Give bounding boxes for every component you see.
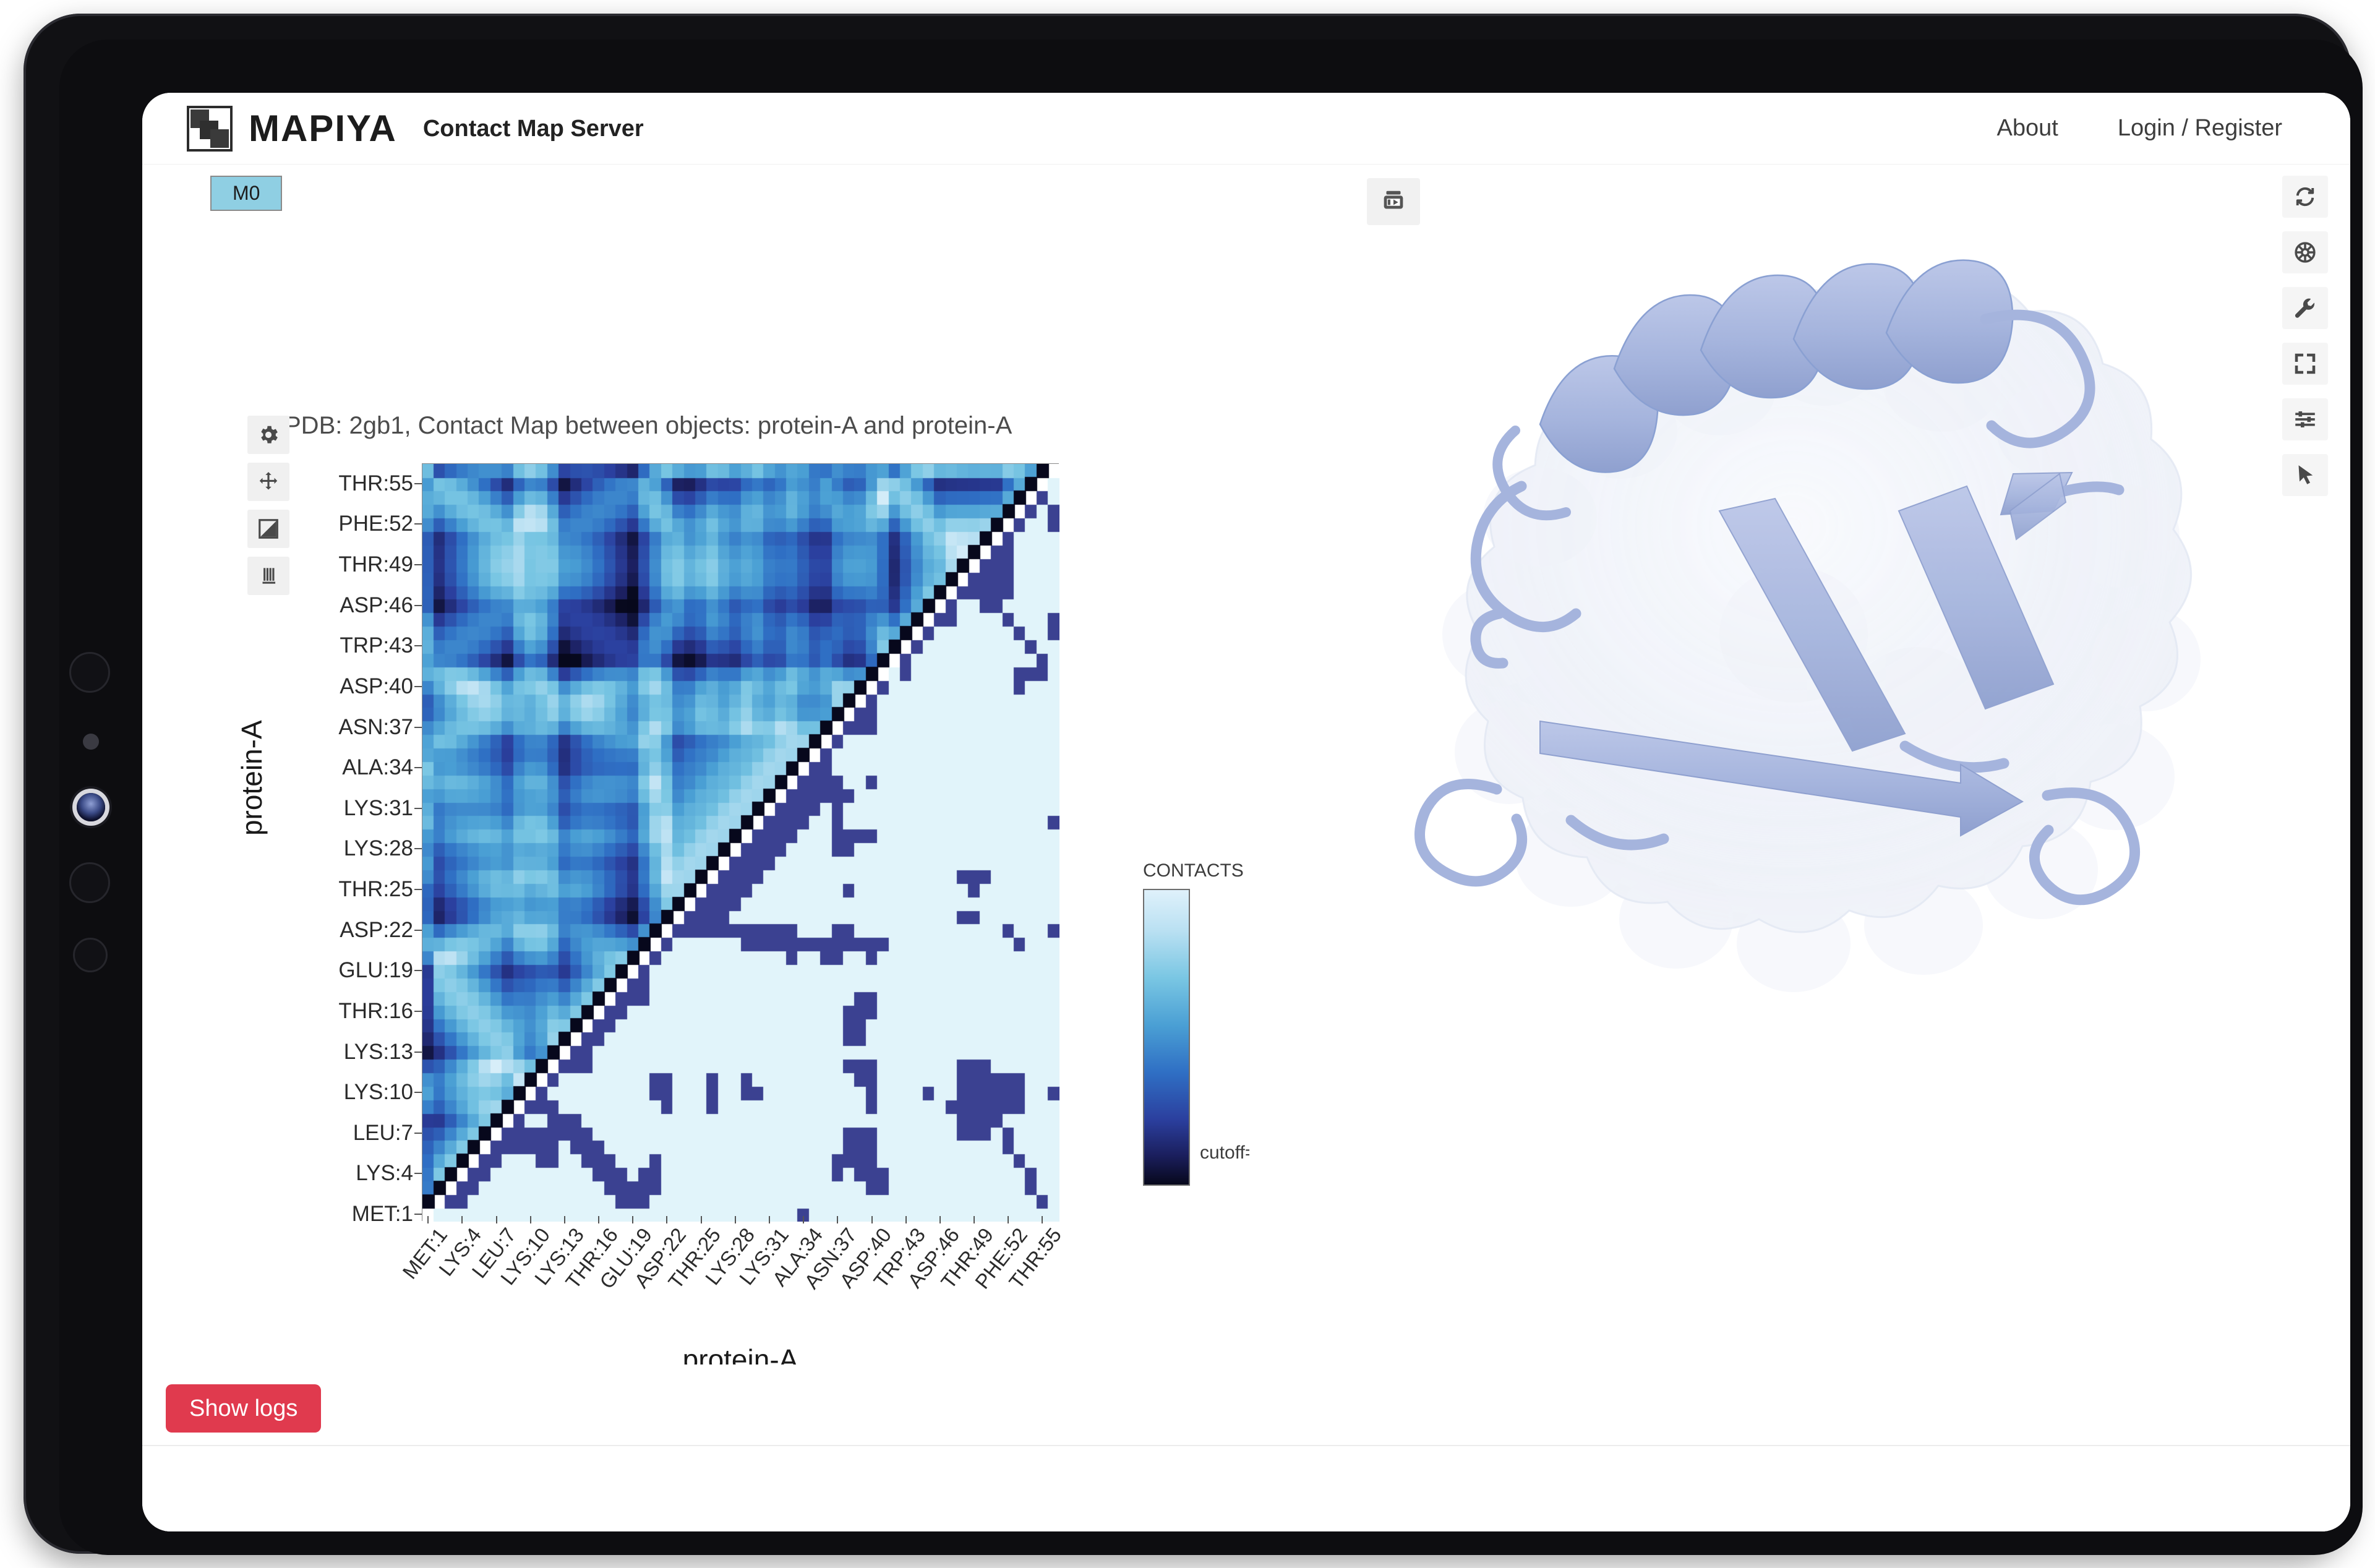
- x-axis-tick-mark: [529, 1216, 531, 1223]
- x-axis-tick-labels: MET:1 LYS:4 LEU:7 LYS:10 LYS:13 THR:16 GLU:19 A…: [398, 1216, 1066, 1341]
- bottom-bar: Show logs: [142, 1365, 2350, 1532]
- y-axis-tick: LYS:13: [343, 1039, 413, 1064]
- viewer-toolbar: [2282, 176, 2328, 496]
- x-axis-tick-mark: [700, 1216, 702, 1223]
- brand-name: MAPIYA: [249, 107, 397, 149]
- device-button-mid[interactable]: [69, 862, 110, 903]
- y-axis-tick: PHE:52: [338, 512, 413, 536]
- x-axis-tick-mark: [427, 1216, 429, 1223]
- sliders-icon[interactable]: [2282, 398, 2328, 440]
- x-axis-tick-mark: [803, 1216, 805, 1223]
- x-axis-tick-mark: [632, 1216, 634, 1223]
- device-button-top[interactable]: [69, 652, 110, 693]
- fullscreen-icon[interactable]: [2282, 343, 2328, 385]
- y-axis-tick: THR:25: [338, 877, 413, 902]
- cursor-icon[interactable]: [2282, 454, 2328, 496]
- app-screen: MAPIYA Contact Map Server About Login / …: [142, 93, 2350, 1532]
- protein-ribbon-render: [1414, 259, 2201, 992]
- nav-link-about[interactable]: About: [1997, 115, 2058, 142]
- y-axis-tick: LYS:4: [356, 1161, 413, 1186]
- x-axis-tick-mark: [461, 1216, 463, 1223]
- move-pan-icon[interactable]: [247, 463, 289, 501]
- nav-link-login-register[interactable]: Login / Register: [2118, 115, 2282, 142]
- y-axis-tick: THR:49: [338, 552, 413, 577]
- x-axis-tick-mark: [871, 1216, 873, 1223]
- top-navbar: MAPIYA Contact Map Server About Login / …: [142, 93, 2350, 165]
- plot-area: MET:1 LYS:4 LEU:7 LYS:10 LYS:13 THR:16 GLU:19 A…: [142, 165, 1266, 1376]
- y-axis-tick: GLU:19: [338, 958, 413, 983]
- brand-block[interactable]: MAPIYA: [187, 105, 397, 152]
- x-axis-tick-mark: [734, 1216, 736, 1223]
- x-axis-tick-mark: [768, 1216, 770, 1223]
- x-axis-tick-mark: [1008, 1216, 1009, 1223]
- y-axis-tick: LEU:7: [353, 1120, 413, 1145]
- x-axis-tick-mark: [598, 1216, 600, 1223]
- app-subtitle: Contact Map Server: [422, 115, 644, 142]
- show-logs-button[interactable]: Show logs: [166, 1384, 322, 1433]
- protein-structure-3d[interactable]: [1249, 165, 2350, 1365]
- device-button-bottom[interactable]: [73, 938, 108, 972]
- y-axis-tick: TRP:43: [340, 633, 413, 658]
- y-axis-tick: ASN:37: [338, 714, 413, 739]
- tablet-device: MAPIYA Contact Map Server About Login / …: [0, 0, 2375, 1568]
- device-camera-lens: [77, 793, 105, 821]
- wrench-icon[interactable]: [2282, 287, 2328, 329]
- contact-matrix-canvas[interactable]: [422, 464, 1059, 1222]
- reload-icon[interactable]: [2282, 176, 2328, 218]
- y-axis-tick: THR:55: [338, 471, 413, 495]
- aperture-icon[interactable]: [2282, 231, 2328, 273]
- y-axis-tick: THR:16: [338, 998, 413, 1023]
- contrast-icon[interactable]: [247, 510, 289, 548]
- x-axis-tick-mark: [905, 1216, 907, 1223]
- tablet-bezel: MAPIYA Contact Map Server About Login / …: [24, 14, 2363, 1555]
- contact-map-panel: M0 PDB: 2gb1, Contact Map between object…: [142, 165, 1266, 1376]
- x-axis-tick-mark: [666, 1216, 668, 1223]
- y-axis-tick: MET:1: [351, 1202, 413, 1227]
- y-axis-tick-labels: MET:1 LYS:4 LEU:7 LYS:10 LYS:13 THR:16 GLU:19 A…: [304, 455, 422, 1228]
- main-content: M0 PDB: 2gb1, Contact Map between object…: [142, 165, 2350, 1376]
- plot-toolbar: [247, 416, 289, 595]
- x-axis-tick-mark: [563, 1216, 565, 1223]
- colorbar-gradient: [1143, 889, 1190, 1186]
- x-axis-tick-mark: [1042, 1216, 1043, 1223]
- download-icon[interactable]: [247, 557, 289, 595]
- navbar-links: About Login / Register: [1997, 115, 2282, 142]
- panel-divider: [142, 1445, 2350, 1446]
- x-axis-tick-mark: [495, 1216, 497, 1223]
- y-axis-tick: ASP:40: [340, 674, 413, 698]
- y-axis-title: protein-A: [236, 720, 268, 836]
- y-axis-tick: LYS:31: [343, 795, 413, 820]
- settings-gear-icon[interactable]: [247, 416, 289, 454]
- mapiya-logo-icon: [187, 105, 233, 152]
- x-axis-tick-mark: [837, 1216, 839, 1223]
- y-axis-tick: LYS:10: [343, 1080, 413, 1105]
- x-axis-tick-mark: [939, 1216, 941, 1223]
- y-axis-tick: ASP:22: [340, 917, 413, 942]
- y-axis-tick: ALA:34: [342, 755, 413, 780]
- y-axis-tick: ASP:46: [340, 593, 413, 617]
- structure-viewer-panel[interactable]: [1249, 165, 2350, 1365]
- y-axis-tick: LYS:28: [343, 836, 413, 861]
- x-axis-tick-mark: [974, 1216, 975, 1223]
- device-speaker-dot: [83, 734, 99, 750]
- tablet-bezel-inner: MAPIYA Contact Map Server About Login / …: [59, 40, 2363, 1555]
- contact-matrix[interactable]: [422, 463, 1059, 1222]
